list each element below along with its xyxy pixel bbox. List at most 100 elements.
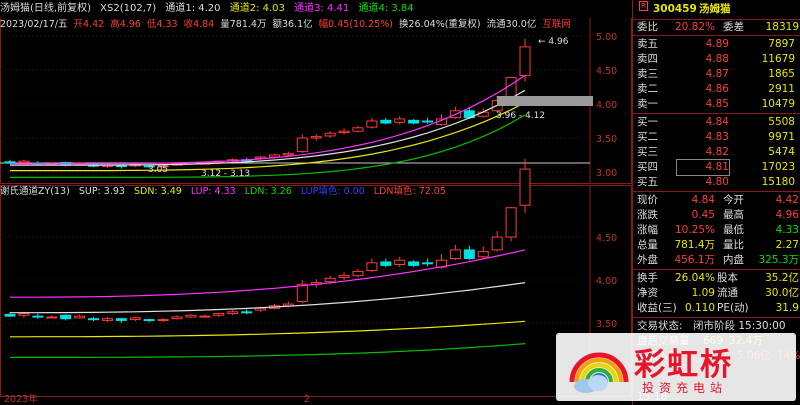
main-candle [408,119,420,124]
sub-candle [199,315,211,318]
bid-label: 买一 [637,116,658,128]
ask-row[interactable]: 卖三 4.87 1865 [637,67,799,82]
main-candle [324,132,336,137]
ask-volume: 10479 [761,98,795,110]
sub-candle [185,314,197,318]
stat-value: 4.42 [775,194,799,206]
ask-price: 4.87 [705,68,729,80]
stat-row: 收益(三) 0.110 PE(动) 31.9 [637,301,799,316]
channel-3-line [10,74,526,165]
channel-4-line [10,114,526,178]
main-candle [338,130,350,134]
trade-status-label: 交易状态: [637,320,683,332]
r-badge-icon: R [639,1,648,11]
bid-row[interactable]: 买三 4.82 5474 [637,145,799,160]
main-candle [352,127,364,132]
main-y-tick: 4.00 [596,100,617,111]
range-annotation: 3.96 - 4.12 [496,111,545,121]
sub-candle [449,249,461,259]
watermark-subtitle: 投资充电站 [642,381,728,395]
bid-label: 买三 [637,146,658,158]
stat-label: 涨跌 [637,209,658,221]
stat-label: 股本 [717,272,738,284]
main-y-tick: 3.50 [596,134,617,145]
sub-candle [115,318,127,321]
bid-price: 4.84 [705,116,729,128]
bid-volume: 15180 [761,176,795,188]
bar-change: 幅0.45(10.25%) [318,19,393,30]
sub-y-tick: 4.00 [596,276,617,287]
separator [633,191,800,192]
sub-candle [157,319,169,322]
bar-amount: 额36.1亿 [272,19,313,30]
stat-label: 外盘 [637,254,658,266]
separator [633,269,800,270]
ask-row[interactable]: 卖四 4.88 11679 [637,52,799,67]
sub-candle [46,316,58,319]
bid-price: 4.82 [705,146,729,158]
stock-name[interactable]: 汤姆猫 [699,2,731,17]
lup-fill-value: LUP填色: 0.00 [300,186,365,197]
stat-label: 涨幅 [637,224,658,236]
ldn-line [10,343,526,358]
sub-candle [32,315,44,318]
bid-volume: 9971 [768,131,795,143]
stat-label: 总量 [637,239,658,251]
stat-row: 总量 781.4万 量比 2.27 [637,238,799,253]
stat-label: 现价 [637,194,658,206]
xs2-indicator[interactable]: XS2(102,7) [100,3,156,14]
sub-candle [129,317,141,321]
sector-link[interactable]: 互联网 [542,19,571,30]
high-annotation: ← 4.96 [538,37,569,47]
ask-label: 卖五 [637,38,658,50]
channel-4-value: 通道4: 3.84 [358,3,414,14]
ask-row[interactable]: 卖五 4.89 7897 [637,37,799,52]
low-range-annotation: 3.12 - 3.13 [201,169,250,179]
sub-candle [74,315,86,319]
bar-close: 收4.84 [183,19,215,30]
stat-row: 换手 26.04% 股本 35.2亿 [637,271,799,286]
highlight-band [497,96,593,106]
stock-title[interactable]: 汤姆猫(日线,前复权) [0,3,91,14]
ask-price: 4.88 [705,53,729,65]
sub-indicator-title[interactable]: 谢氏通道ZY(13) [0,186,70,197]
stat-value: 4.84 [691,194,715,206]
bid-price: 4.80 [705,176,729,188]
bar-low: 低4.33 [146,19,178,30]
sub-chart-frame [0,185,632,397]
stat-value: 0.45 [691,209,715,221]
low-annotation: 3.05 [148,165,168,175]
sub-candle [352,270,364,277]
chart-area[interactable]: 5.00 4.50 4.00 3.50 3.00 4.50 4.00 3.50 ← 4.96 3.… [0,0,632,405]
bid-row[interactable]: 买一 4.84 5508 [637,115,799,130]
ask-label: 卖三 [637,68,658,80]
sub-candle [505,207,517,238]
main-candle [268,154,280,158]
main-candle [394,118,406,123]
stat-value: 4.96 [775,209,799,221]
bar-open: 开4.42 [73,19,105,30]
kline-chart[interactable]: 5.00 4.50 4.00 3.50 3.00 4.50 4.00 3.50 ← 4.96 3.… [0,0,632,405]
ask-row[interactable]: 卖二 4.86 2911 [637,82,799,97]
watermark-title: 彩虹桥 [634,347,733,383]
ask-label: 卖四 [637,53,658,65]
bid-row[interactable]: 买二 4.83 9971 [637,130,799,145]
stat-value: 10.25% [674,224,715,236]
bid-volume: 5508 [768,116,795,128]
ask-row[interactable]: 卖一 4.85 10479 [637,97,799,112]
bid-price: 4.81 [676,159,730,176]
ask-volume: 11679 [761,53,795,65]
stat-label: 换手 [637,272,658,284]
rainbow-logo-icon [569,352,629,393]
stat-label: 最高 [723,209,744,221]
sub-candle [171,316,183,320]
bid-volume: 17023 [761,161,795,173]
bid-row[interactable]: 买五 4.80 15180 [637,175,799,190]
sub-candle [241,311,253,314]
stat-row: 现价 4.84 今开 4.42 [637,193,799,208]
weicha-label: 委差 [723,21,744,33]
stat-row: 外盘 456.1万 内盘 325.3万 [637,253,799,268]
bid-row[interactable]: 买四 4.81 17023 [637,159,799,176]
main-y-tick: 3.00 [596,168,617,179]
sub-y-tick: 4.50 [596,233,617,244]
